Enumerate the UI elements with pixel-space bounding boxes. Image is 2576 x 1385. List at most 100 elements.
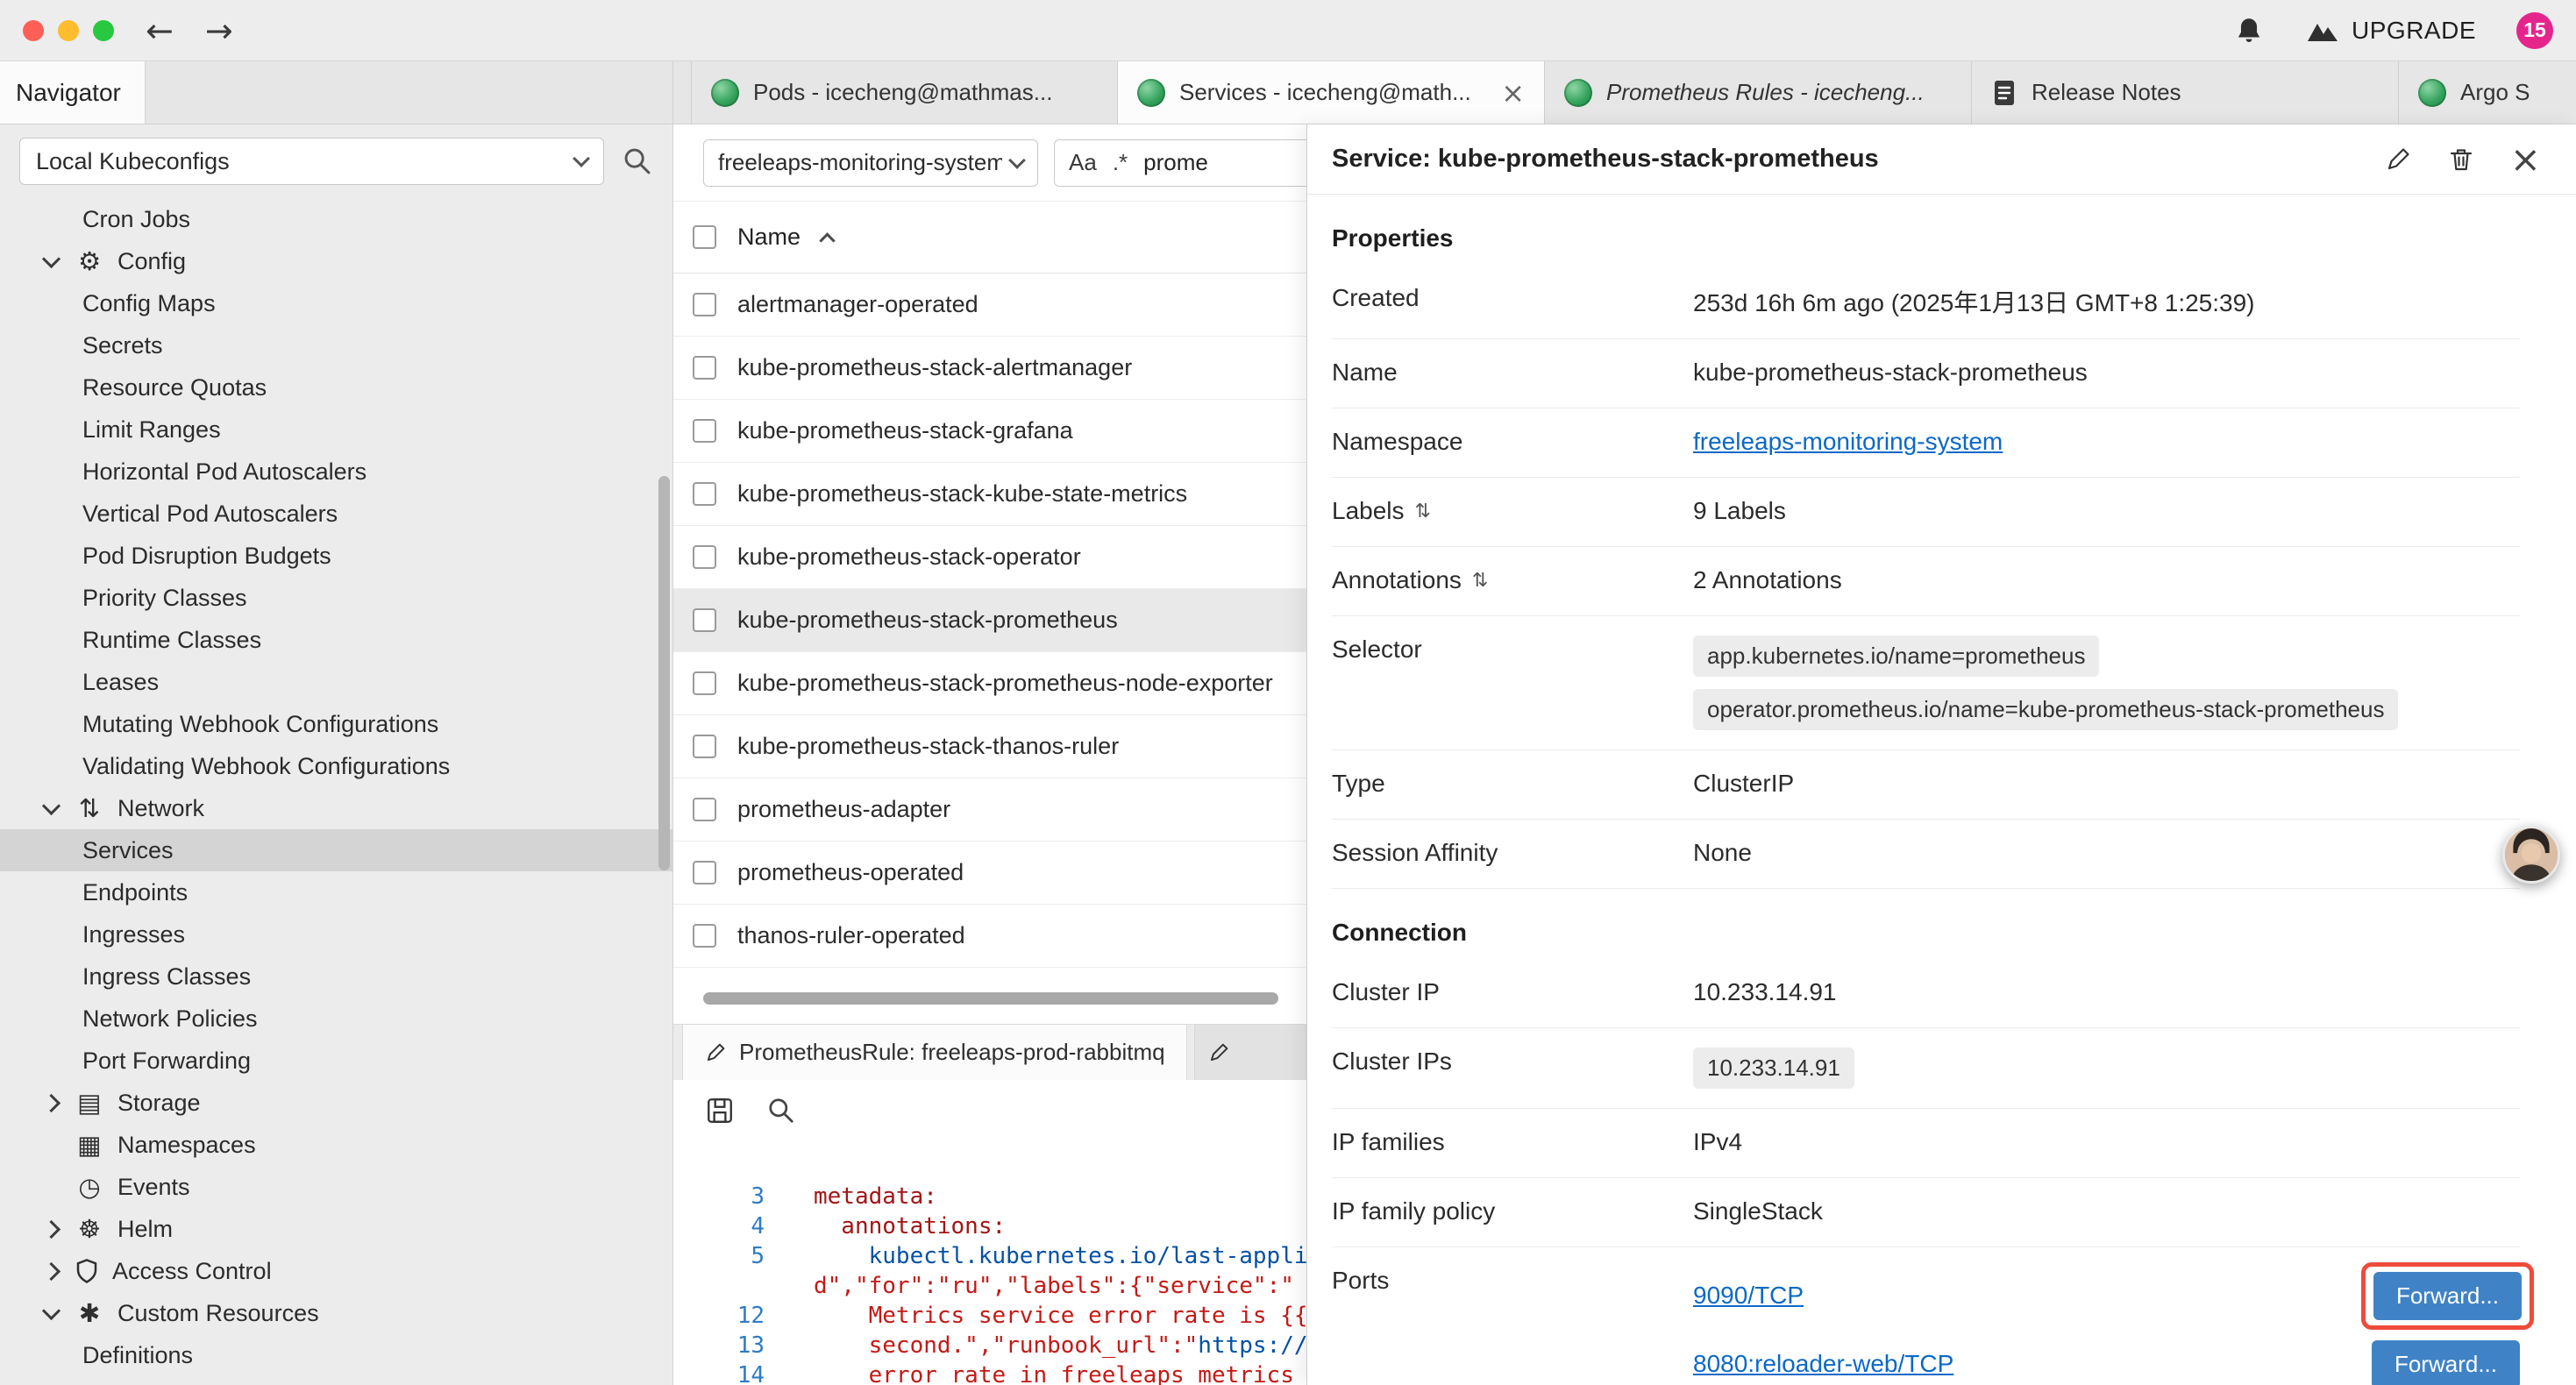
window-minimize-button[interactable]: [58, 20, 79, 41]
edit-pencil-icon[interactable]: [2384, 146, 2412, 174]
close-tab-icon[interactable]: ×: [1501, 79, 1525, 107]
table-row[interactable]: thanos-ruler-operated: [673, 905, 1306, 968]
row-checkbox[interactable]: [693, 798, 716, 821]
sidebar-item-leases[interactable]: Leases: [0, 661, 672, 703]
sidebar-item-endpoints[interactable]: Endpoints: [0, 871, 672, 913]
table-row[interactable]: kube-prometheus-stack-kube-state-metrics: [673, 463, 1306, 526]
select-all-checkbox[interactable]: [693, 225, 716, 249]
namespace-filter-select[interactable]: freeleaps-monitoring-system: [703, 139, 1038, 187]
expand-updown-icon[interactable]: ⇅: [1472, 570, 1488, 592]
expand-updown-icon[interactable]: ⇅: [1415, 501, 1431, 522]
sidebar-item-secrets[interactable]: Secrets: [0, 324, 672, 366]
avatar[interactable]: [2502, 826, 2560, 884]
table-row[interactable]: alertmanager-operated: [673, 273, 1306, 337]
horizontal-scrollbar-thumb[interactable]: [703, 992, 1278, 1005]
detail-row-selector: Selector app.kubernetes.io/name=promethe…: [1332, 616, 2520, 750]
sidebar-item-config-maps[interactable]: Config Maps: [0, 282, 672, 324]
sidebar-item-definitions[interactable]: Definitions: [0, 1334, 672, 1376]
sidebar-item-pod-disruption-budgets[interactable]: Pod Disruption Budgets: [0, 535, 672, 577]
sidebar-item-custom-resources[interactable]: ✱ Custom Resources: [0, 1292, 672, 1334]
sidebar-item-port-forwarding[interactable]: Port Forwarding: [0, 1040, 672, 1082]
table-row[interactable]: kube-prometheus-stack-operator: [673, 526, 1306, 589]
notification-count-badge[interactable]: 15: [2516, 12, 2553, 49]
table-row[interactable]: prometheus-adapter: [673, 778, 1306, 842]
table-row[interactable]: kube-prometheus-stack-grafana: [673, 400, 1306, 463]
sidebar-item-runtime-classes[interactable]: Runtime Classes: [0, 619, 672, 661]
sidebar-item-limit-ranges[interactable]: Limit Ranges: [0, 408, 672, 451]
sidebar-search-icon[interactable]: [622, 146, 653, 177]
sidebar-item-events[interactable]: ◷ Events: [0, 1166, 672, 1208]
port-link[interactable]: 9090/TCP: [1693, 1282, 1804, 1310]
row-checkbox[interactable]: [693, 356, 716, 380]
yaml-editor[interactable]: 3metadata: 4 annotations: 5 kubectl.kube…: [673, 1141, 1306, 1385]
table-row[interactable]: kube-prometheus-stack-prometheus-node-ex…: [673, 652, 1306, 715]
table-row[interactable]: kube-prometheus-stack-alertmanager: [673, 337, 1306, 400]
table-row[interactable]: kube-prometheus-stack-thanos-ruler: [673, 715, 1306, 778]
detail-label: Session Affinity: [1332, 839, 1693, 867]
row-checkbox[interactable]: [693, 419, 716, 443]
row-checkbox[interactable]: [693, 735, 716, 758]
tab-argo[interactable]: Argo S: [2399, 61, 2576, 124]
row-checkbox[interactable]: [693, 293, 716, 316]
window-zoom-button[interactable]: [93, 20, 114, 41]
navigator-tab[interactable]: Navigator: [0, 61, 146, 124]
sidebar-item-namespaces[interactable]: ▦ Namespaces: [0, 1124, 672, 1166]
sidebar-item-horizontal-pod-autoscalers[interactable]: Horizontal Pod Autoscalers: [0, 451, 672, 493]
sidebar-item-priority-classes[interactable]: Priority Classes: [0, 577, 672, 619]
sidebar-scrollbar-thumb[interactable]: [658, 476, 670, 870]
tab-pods[interactable]: Pods - icecheng@mathmas...: [691, 61, 1118, 124]
save-icon[interactable]: [705, 1096, 735, 1126]
namespace-link[interactable]: freeleaps-monitoring-system: [1693, 428, 2003, 455]
sidebar-item-cron-jobs[interactable]: Cron Jobs: [0, 198, 672, 240]
sidebar-item-ingress-classes[interactable]: Ingress Classes: [0, 955, 672, 998]
sidebar-item-services[interactable]: Services: [0, 829, 672, 871]
regex-toggle[interactable]: .*: [1113, 149, 1128, 176]
forward-button[interactable]: Forward...: [2373, 1272, 2522, 1320]
editor-search-icon[interactable]: [766, 1096, 796, 1126]
tab-label: Services - icecheng@math...: [1179, 79, 1487, 106]
sidebar-item-vertical-pod-autoscalers[interactable]: Vertical Pod Autoscalers: [0, 493, 672, 535]
port-link[interactable]: 8080:reloader-web/TCP: [1693, 1350, 1953, 1378]
row-name: kube-prometheus-stack-grafana: [737, 417, 1073, 444]
row-checkbox[interactable]: [693, 482, 716, 506]
forward-button[interactable]: Forward...: [2372, 1340, 2520, 1385]
editor-line: 3metadata:: [673, 1182, 1306, 1211]
upgrade-button[interactable]: UPGRADE: [2304, 17, 2476, 45]
name-column-header[interactable]: Name: [737, 224, 801, 251]
sidebar-item-label: Horizontal Pod Autoscalers: [82, 458, 366, 486]
window-close-button[interactable]: [23, 20, 44, 41]
dock-tab-partial[interactable]: [1194, 1024, 1306, 1080]
row-checkbox[interactable]: [693, 861, 716, 884]
sidebar-item-network[interactable]: ⇅ Network: [0, 787, 672, 829]
search-input[interactable]: [1143, 149, 1257, 176]
sidebar-item-label: Vertical Pod Autoscalers: [82, 501, 338, 528]
sidebar-item-ingresses[interactable]: Ingresses: [0, 913, 672, 955]
row-checkbox[interactable]: [693, 671, 716, 695]
forward-icon[interactable]: →: [205, 14, 233, 47]
sidebar-item-validating-webhook-configurations[interactable]: Validating Webhook Configurations: [0, 745, 672, 787]
back-icon[interactable]: ←: [146, 14, 174, 47]
tab-services[interactable]: Services - icecheng@math... ×: [1118, 61, 1545, 124]
sidebar-item-access-control[interactable]: Access Control: [0, 1250, 672, 1292]
match-case-toggle[interactable]: Aa: [1069, 149, 1097, 176]
sort-ascending-icon[interactable]: [819, 232, 835, 248]
sidebar-item-network-policies[interactable]: Network Policies: [0, 998, 672, 1040]
sidebar-item-helm[interactable]: ☸ Helm: [0, 1208, 672, 1250]
row-checkbox[interactable]: [693, 608, 716, 632]
close-panel-icon[interactable]: ×: [2510, 141, 2541, 178]
delete-trash-icon[interactable]: [2447, 146, 2475, 174]
notifications-bell-icon[interactable]: [2234, 16, 2264, 46]
row-checkbox[interactable]: [693, 924, 716, 948]
sidebar-item-storage[interactable]: ▤ Storage: [0, 1082, 672, 1124]
table-row[interactable]: prometheus-operated: [673, 842, 1306, 905]
dock-tab-prometheusrule[interactable]: PrometheusRule: freeleaps-prod-rabbitmq: [682, 1024, 1187, 1080]
tab-prometheus-rules[interactable]: Prometheus Rules - icecheng...: [1545, 61, 1972, 124]
sidebar-item-mutating-webhook-configurations[interactable]: Mutating Webhook Configurations: [0, 703, 672, 745]
row-checkbox[interactable]: [693, 545, 716, 569]
sidebar-item-config[interactable]: ⚙ Config: [0, 240, 672, 282]
tab-release-notes[interactable]: Release Notes: [1972, 61, 2399, 124]
tab-label: Pods - icecheng@mathmas...: [753, 79, 1098, 106]
sidebar-item-resource-quotas[interactable]: Resource Quotas: [0, 366, 672, 408]
kubeconfig-select[interactable]: Local Kubeconfigs: [19, 138, 604, 185]
table-row-selected[interactable]: kube-prometheus-stack-prometheus: [673, 589, 1306, 652]
